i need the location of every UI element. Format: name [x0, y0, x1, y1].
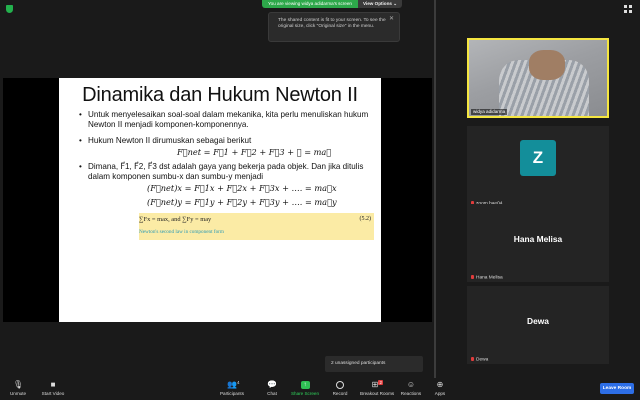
participant-tile-dewa[interactable]: Dewa Dewa	[467, 286, 609, 364]
equation-caption: Newton's second law in component form	[139, 229, 224, 235]
equation-number: (5.2)	[359, 216, 372, 222]
reactions-button[interactable]: ☺ Reactions	[396, 378, 426, 400]
unassigned-participants-notice[interactable]: 2 unassigned participants	[325, 356, 423, 372]
bullet-1: • Untuk menyelesaikan soal-soal dalam me…	[79, 110, 369, 129]
view-options-button[interactable]: View Options ⌄	[357, 0, 403, 8]
security-shield-icon[interactable]	[6, 5, 13, 13]
participant-display-name: Hana Melisa	[513, 234, 563, 244]
video-off-icon: ■	[50, 380, 56, 389]
meeting-toolbar: 🎙 Unmute ■ Start Video 👥 Participants 💬 …	[0, 378, 640, 400]
unmute-button[interactable]: 🎙 Unmute	[3, 378, 33, 400]
component-form-equation: ∑Fx = max, and ∑Fy = may	[139, 216, 212, 223]
share-screen-icon: ↑	[300, 381, 310, 389]
fit-to-screen-tooltip: The shared content is fit to your screen…	[268, 12, 400, 42]
screen-share-banner: You are viewing widya adidarma's screen …	[262, 0, 403, 8]
avatar: Z	[520, 140, 556, 176]
participant-tile-hana[interactable]: Hana Melisa Hana Melisa	[467, 204, 609, 282]
participant-name: Dewa	[471, 356, 488, 362]
participant-display-name: Dewa	[527, 316, 549, 326]
reactions-icon: ☺	[406, 380, 416, 389]
share-screen-button[interactable]: ↑ Share Screen	[290, 378, 320, 400]
equation-x-component: (F⃗net)x = F⃗1x + F⃗2x + F⃗3x + …. = ma⃗…	[147, 183, 337, 193]
presentation-slide: Dinamika dan Hukum Newton II • Untuk men…	[59, 78, 381, 322]
bullet-2: • Hukum Newton II dirumuskan sebagai ber…	[79, 136, 252, 145]
participant-video	[469, 40, 607, 116]
breakout-rooms-button[interactable]: ⊞ Breakout Rooms	[360, 378, 394, 400]
close-icon[interactable]: ✕	[389, 16, 394, 22]
participants-count-badge: 4	[237, 380, 240, 385]
textbook-equation-box: ∑Fx = max, and ∑Fy = may (5.2) Newton's …	[139, 213, 374, 240]
participant-name: Hana Melisa	[471, 274, 503, 280]
record-button[interactable]: Record	[325, 378, 355, 400]
equation-net-force: F⃗net = F⃗1 + F⃗2 + F⃗3 + ⋯ = ma⃗	[177, 147, 332, 157]
bullet-3: • Dimana, F⃗1, F⃗2, F⃗3 dst adalah gaya …	[79, 162, 364, 181]
apps-button[interactable]: ⊕ Apps	[425, 378, 455, 400]
panel-divider[interactable]	[434, 0, 436, 380]
mic-muted-icon	[471, 356, 474, 361]
record-icon	[336, 381, 344, 389]
slide-title: Dinamika dan Hukum Newton II	[82, 84, 358, 106]
participants-icon: 👥	[227, 380, 237, 389]
chat-icon: 💬	[267, 380, 277, 389]
start-video-button[interactable]: ■ Start Video	[38, 378, 68, 400]
participant-name: widya adidarma	[471, 109, 508, 115]
viewing-screen-label: You are viewing widya adidarma's screen	[262, 0, 358, 8]
tooltip-text: The shared content is fit to your screen…	[278, 18, 386, 29]
shared-screen: Dinamika dan Hukum Newton II • Untuk men…	[3, 78, 432, 322]
participants-button[interactable]: 👥 Participants	[217, 378, 247, 400]
participant-tile-widya[interactable]: widya adidarma	[467, 38, 609, 118]
participant-tile-zoom[interactable]: Z zoom bae04	[467, 126, 609, 208]
gallery-view-icon[interactable]	[624, 5, 632, 13]
apps-icon: ⊕	[436, 380, 444, 389]
breakout-badge: 2	[378, 380, 384, 385]
equation-y-component: (F⃗net)y = F⃗1y + F⃗2y + F⃗3y + …. = ma⃗…	[147, 197, 337, 207]
chat-button[interactable]: 💬 Chat	[257, 378, 287, 400]
zoom-window: You are viewing widya adidarma's screen …	[0, 0, 640, 400]
microphone-muted-icon: 🎙	[13, 380, 24, 389]
leave-room-button[interactable]: Leave Room	[600, 383, 634, 394]
mic-muted-icon	[471, 274, 474, 279]
